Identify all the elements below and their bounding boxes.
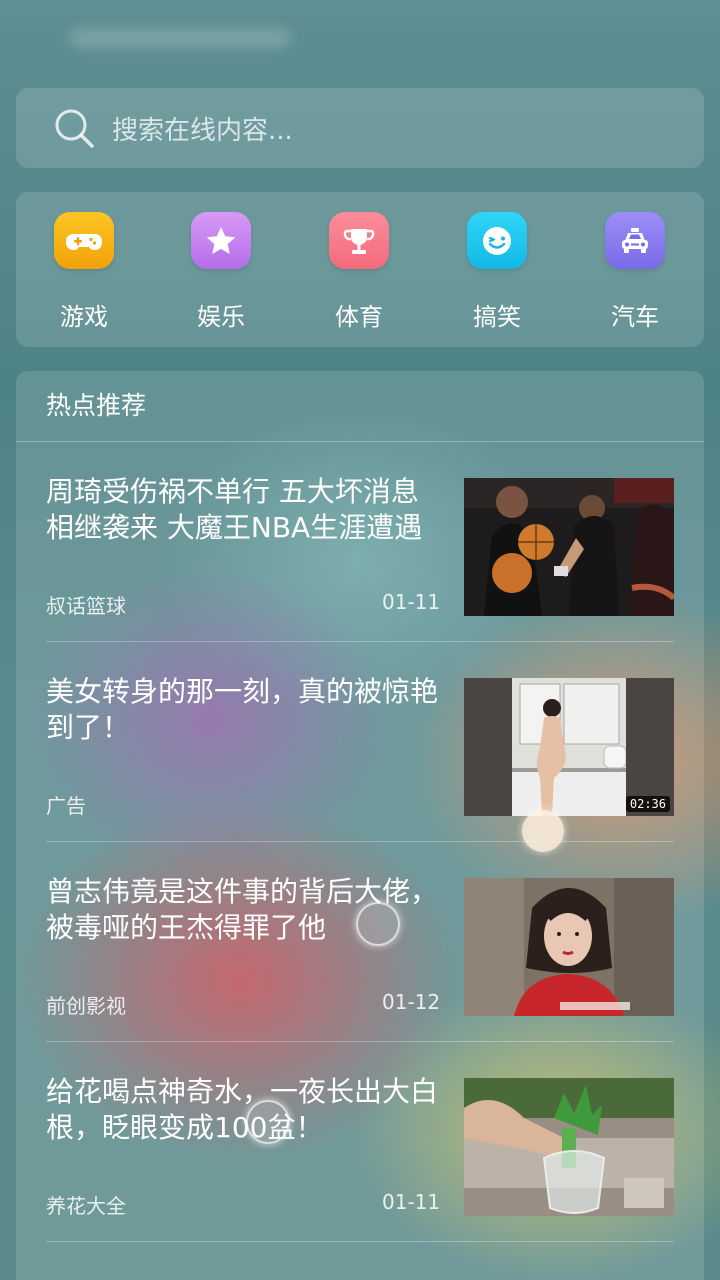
- news-title: 给花喝点神奇水，一夜长出大白根，眨眼变成100盆！: [46, 1075, 439, 1144]
- category-label: 体育: [335, 303, 383, 331]
- category-cars[interactable]: 汽车: [580, 212, 690, 332]
- touch-indicator: [246, 1100, 290, 1144]
- news-item-ad[interactable]: 美女转身的那一刻，真的被惊艳到了！ 广告 02:36: [16, 642, 704, 842]
- news-source: 前创影视: [46, 994, 126, 1018]
- category-games[interactable]: 游戏: [29, 212, 139, 332]
- category-label: 娱乐: [197, 303, 245, 331]
- category-label: 游戏: [60, 303, 108, 331]
- category-sports[interactable]: 体育: [304, 212, 414, 332]
- status-bar: [0, 0, 720, 60]
- news-thumbnail-plant: [464, 1078, 674, 1216]
- status-bar-blurred-content: [70, 28, 290, 48]
- gamepad-icon: [54, 212, 114, 269]
- news-title: 周琦受伤祸不单行 五大坏消息相继袭来 大魔王NBA生涯遭遇: [46, 475, 423, 544]
- video-duration-badge: 02:36: [625, 796, 670, 812]
- news-source: 叔话篮球: [46, 594, 126, 618]
- news-item[interactable]: 给花喝点神奇水，一夜长出大白根，眨眼变成100盆！ 养花大全 01-11: [16, 1042, 704, 1242]
- hot-recommend-feed: 热点推荐 周琦受伤祸不单行 五大坏消息相继袭来 大魔王NBA生涯遭遇 叔话篮球 …: [16, 371, 704, 1280]
- category-label: 搞笑: [473, 303, 521, 331]
- news-thumbnail-video: 02:36: [464, 678, 674, 816]
- news-title: 美女转身的那一刻，真的被惊艳到了！: [46, 675, 439, 744]
- category-panel: 游戏 娱乐 体育 搞笑 汽车: [16, 192, 704, 347]
- category-label: 汽车: [611, 303, 659, 331]
- smiley-icon: [467, 212, 527, 269]
- news-item[interactable]: 周琦受伤祸不单行 五大坏消息相继袭来 大魔王NBA生涯遭遇 叔话篮球 01-11: [16, 442, 704, 642]
- touch-indicator: [522, 810, 564, 852]
- search-icon: [55, 109, 94, 148]
- feed-header: 热点推荐: [16, 371, 704, 442]
- news-item[interactable]: 曾志伟竟是这件事的背后大佬，被毒哑的王杰得罪了他 前创影视 01-12: [16, 842, 704, 1042]
- category-funny[interactable]: 搞笑: [442, 212, 552, 332]
- news-date: 01-11: [382, 1190, 441, 1214]
- news-date: 01-12: [382, 990, 441, 1014]
- news-thumbnail-basketball: [464, 478, 674, 616]
- divider: [46, 1241, 674, 1242]
- ad-label: 广告: [46, 794, 86, 818]
- touch-indicator: [356, 902, 400, 946]
- category-entertainment[interactable]: 娱乐: [166, 212, 276, 332]
- news-source: 养花大全: [46, 1194, 126, 1218]
- trophy-icon: [329, 212, 389, 269]
- news-date: 01-11: [382, 590, 441, 614]
- search-bar[interactable]: 搜索在线内容...: [16, 88, 704, 168]
- search-placeholder: 搜索在线内容...: [112, 115, 293, 146]
- news-thumbnail-drama: [464, 878, 674, 1016]
- star-icon: [191, 212, 251, 269]
- car-icon: [605, 212, 665, 269]
